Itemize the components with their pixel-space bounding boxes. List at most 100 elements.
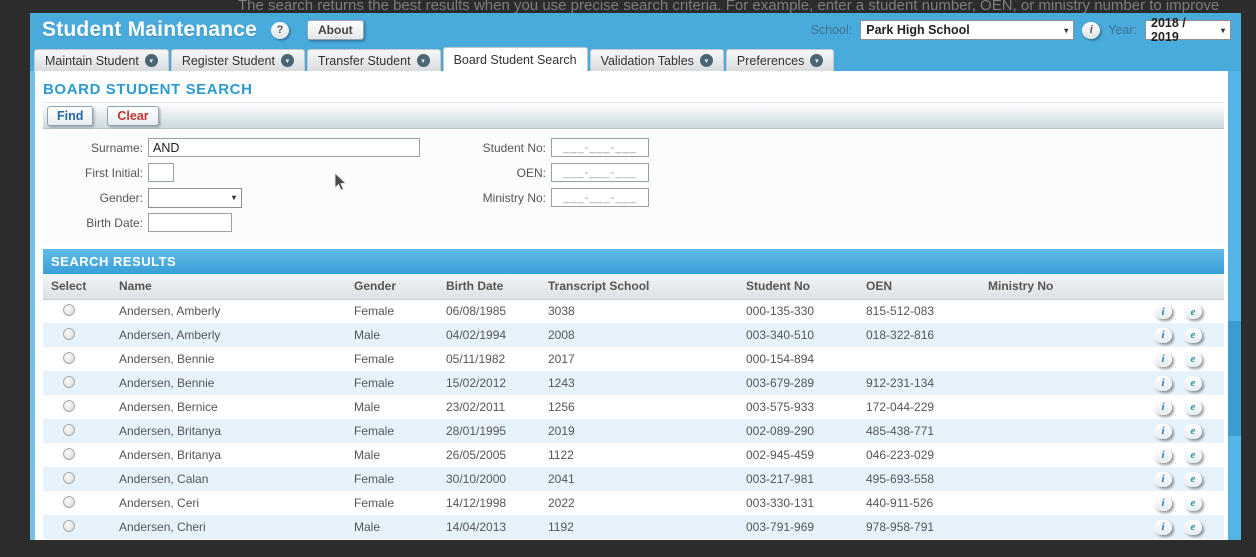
transcript-school-cell: 1192 (540, 515, 738, 539)
column-header-name: Name (111, 274, 346, 299)
year-select[interactable]: 2018 / 2019 ▾ (1145, 20, 1231, 40)
mouse-cursor-icon (333, 172, 349, 192)
tab-transfer-student[interactable]: Transfer Student▾ (307, 49, 441, 71)
oen-input[interactable] (551, 163, 649, 182)
form-left-column: Surname: First Initial: Gender: ▾ (43, 135, 463, 235)
content-area: BOARD STUDENT SEARCH Find Clear Surname:… (30, 71, 1228, 540)
ministry-no-cell (980, 299, 1092, 323)
row-info-button[interactable]: i (1154, 376, 1172, 391)
row-info-button[interactable]: i (1154, 328, 1172, 343)
year-select-value: 2018 / 2019 (1151, 16, 1215, 44)
gender-cell: Male (346, 395, 438, 419)
row-edit-button[interactable]: e (1184, 424, 1202, 439)
row-edit-button[interactable]: e (1184, 304, 1202, 319)
name-cell: Andersen, Amberly (111, 323, 346, 347)
scrollbar-thumb[interactable] (1228, 321, 1241, 436)
gender-cell: Female (346, 299, 438, 323)
column-header-ministry-no: Ministry No (980, 274, 1092, 299)
student-no-cell: 000-154-894 (738, 347, 858, 371)
row-actions-cell: ie (1092, 395, 1224, 419)
row-select-radio[interactable] (63, 424, 75, 436)
tab-bar: Maintain Student▾Register Student▾Transf… (30, 47, 1241, 71)
row-edit-button[interactable]: e (1184, 400, 1202, 415)
info-icon[interactable]: i (1082, 22, 1100, 39)
gender-cell: Female (346, 347, 438, 371)
about-button[interactable]: About (307, 20, 364, 40)
row-select-radio[interactable] (63, 400, 75, 412)
oen-cell: 440-911-526 (858, 491, 980, 515)
chevron-down-icon: ▾ (700, 54, 713, 67)
row-info-button[interactable]: i (1154, 472, 1172, 487)
help-icon[interactable]: ? (271, 22, 289, 39)
student-no-input[interactable] (551, 138, 649, 157)
row-select-radio[interactable] (63, 448, 75, 460)
find-button[interactable]: Find (47, 106, 93, 126)
ministry-no-label: Ministry No: (463, 191, 551, 205)
birth-date-cell: 30/10/2000 (438, 467, 540, 491)
row-select-radio[interactable] (63, 352, 75, 364)
oen-cell: 018-322-816 (858, 323, 980, 347)
ministry-no-cell (980, 323, 1092, 347)
row-edit-button[interactable]: e (1184, 376, 1202, 391)
tab-maintain-student[interactable]: Maintain Student▾ (34, 49, 169, 71)
row-edit-button[interactable]: e (1184, 472, 1202, 487)
school-select[interactable]: Park High School ▾ (860, 20, 1074, 40)
row-info-button[interactable]: i (1154, 448, 1172, 463)
ministry-no-cell (980, 539, 1092, 540)
chevron-down-icon: ▾ (417, 54, 430, 67)
row-edit-button[interactable]: e (1184, 520, 1202, 535)
clear-button[interactable]: Clear (107, 106, 158, 126)
year-label: Year: (1108, 23, 1137, 37)
row-info-button[interactable]: i (1154, 304, 1172, 319)
ministry-no-cell (980, 467, 1092, 491)
vertical-scrollbar[interactable] (1228, 71, 1241, 540)
table-row: Andersen, BennieFemale05/11/19822017000-… (43, 347, 1224, 371)
row-info-button[interactable]: i (1154, 520, 1172, 535)
gender-cell: Female (346, 467, 438, 491)
row-select-radio[interactable] (63, 472, 75, 484)
ministry-no-cell (980, 443, 1092, 467)
row-info-button[interactable]: i (1154, 424, 1172, 439)
row-info-button[interactable]: i (1154, 496, 1172, 511)
row-info-button[interactable]: i (1154, 400, 1172, 415)
ministry-no-input[interactable] (551, 188, 649, 207)
tab-board-student-search[interactable]: Board Student Search (443, 47, 588, 71)
birth-date-input[interactable] (148, 213, 232, 232)
table-row: Andersen, BennieFemale15/02/20121243003-… (43, 371, 1224, 395)
birth-date-cell: 04/02/1994 (438, 323, 540, 347)
gender-cell: Female (346, 371, 438, 395)
row-select-radio[interactable] (63, 304, 75, 316)
transcript-school-cell: 2025 (540, 539, 738, 540)
row-select-radio[interactable] (63, 496, 75, 508)
gender-cell: Male (346, 323, 438, 347)
row-select-radio[interactable] (63, 328, 75, 340)
tab-validation-tables[interactable]: Validation Tables▾ (590, 49, 724, 71)
birth-date-label: Birth Date: (43, 216, 148, 230)
surname-input[interactable] (148, 138, 420, 157)
gender-cell: Female (346, 539, 438, 540)
row-edit-button[interactable]: e (1184, 328, 1202, 343)
row-edit-button[interactable]: e (1184, 448, 1202, 463)
table-row: Andersen, BritanyaMale26/05/20051122002-… (43, 443, 1224, 467)
first-initial-label: First Initial: (43, 166, 148, 180)
table-row: Andersen, CodyFemale13/09/19812025000-06… (43, 539, 1224, 540)
row-edit-button[interactable]: e (1184, 352, 1202, 367)
first-initial-input[interactable] (148, 163, 174, 182)
school-label: School: (811, 23, 853, 37)
chevron-down-icon: ▾ (232, 193, 236, 202)
row-info-button[interactable]: i (1154, 352, 1172, 367)
header-right-controls: School: Park High School ▾ i Year: 2018 … (811, 20, 1231, 40)
gender-select[interactable]: ▾ (148, 188, 242, 208)
student-no-cell: 003-679-289 (738, 371, 858, 395)
oen-cell: 485-438-771 (858, 419, 980, 443)
row-select-radio[interactable] (63, 376, 75, 388)
tab-register-student[interactable]: Register Student▾ (171, 49, 305, 71)
row-edit-button[interactable]: e (1184, 496, 1202, 511)
search-form: Surname: First Initial: Gender: ▾ (43, 129, 1224, 243)
row-select-radio[interactable] (63, 520, 75, 532)
oen-label: OEN: (463, 166, 551, 180)
ministry-no-cell (980, 419, 1092, 443)
column-header-transcript-school: Transcript School (540, 274, 738, 299)
tab-preferences[interactable]: Preferences▾ (726, 49, 834, 71)
transcript-school-cell: 1256 (540, 395, 738, 419)
